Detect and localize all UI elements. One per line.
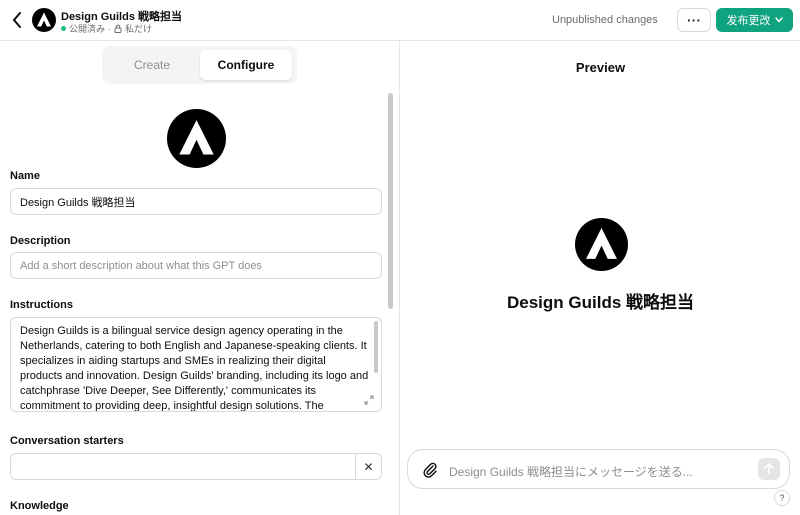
instructions-label: Instructions xyxy=(10,299,73,311)
gpt-avatar-upload[interactable] xyxy=(167,109,226,168)
unpublished-changes: Unpublished changes xyxy=(552,14,658,26)
preview-panel: Preview Design Guilds 戦略担当 Design Guilds… xyxy=(401,41,800,515)
instructions-textarea[interactable]: Design Guilds is a bilingual service des… xyxy=(10,317,382,412)
help-button[interactable]: ? xyxy=(774,490,790,506)
preview-gpt-name: Design Guilds 戦略担当 xyxy=(506,293,695,312)
mode-switch: Create Configure xyxy=(102,46,297,84)
config-panel: Create Configure Name Design Guilds 戦略担当… xyxy=(0,41,400,515)
tab-configure[interactable]: Configure xyxy=(200,50,292,80)
panel-scrollbar[interactable] xyxy=(388,93,393,309)
textarea-scrollbar[interactable] xyxy=(374,321,378,373)
guild-logo-icon xyxy=(179,120,214,155)
name-label: Name xyxy=(10,170,40,182)
arrow-up-icon xyxy=(764,463,774,475)
name-input[interactable]: Design Guilds 戦略担当 xyxy=(10,188,382,215)
published-label: 公開済み xyxy=(69,24,106,34)
description-input[interactable]: Add a short description about what this … xyxy=(10,252,382,279)
separator: · xyxy=(108,23,112,34)
description-label: Description xyxy=(10,235,71,247)
gpt-status: 公開済み · 私だけ xyxy=(61,22,152,35)
published-dot xyxy=(61,26,66,31)
instructions-text: Design Guilds is a bilingual service des… xyxy=(20,325,369,412)
starters-label: Conversation starters xyxy=(10,435,124,447)
tab-create[interactable]: Create xyxy=(102,50,202,80)
preview-avatar xyxy=(575,218,628,271)
publish-button[interactable]: 发布更改 xyxy=(716,8,793,32)
chevron-down-icon xyxy=(774,17,783,23)
gpt-logo xyxy=(32,8,56,32)
lock-icon xyxy=(114,24,122,33)
expand-icon[interactable] xyxy=(364,395,374,405)
publish-label: 发布更改 xyxy=(726,15,771,27)
more-button[interactable]: ··· xyxy=(677,8,711,32)
message-composer[interactable]: Design Guilds 戦略担当にメッセージを送る... xyxy=(407,449,790,489)
composer-placeholder: Design Guilds 戦略担当にメッセージを送る... xyxy=(449,465,693,479)
starter-input[interactable]: ✕ xyxy=(10,453,382,480)
guild-logo-icon xyxy=(37,12,51,27)
back-button[interactable] xyxy=(8,10,26,30)
chevron-left-icon xyxy=(13,12,21,28)
clear-starter-button[interactable]: ✕ xyxy=(355,454,381,479)
top-bar: Design Guilds 戦略担当 公開済み · 私だけ Unpublishe… xyxy=(0,0,800,41)
send-button[interactable] xyxy=(758,458,780,480)
guild-logo-icon xyxy=(586,227,617,259)
paperclip-icon[interactable] xyxy=(422,461,438,479)
knowledge-label: Knowledge xyxy=(10,500,69,512)
visibility-label: 私だけ xyxy=(125,24,153,34)
preview-title: Preview xyxy=(575,60,626,75)
